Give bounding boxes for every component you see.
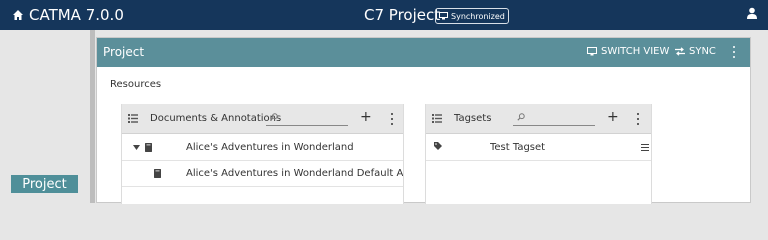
more-vert-icon[interactable] [636, 113, 640, 125]
monitor-icon [587, 47, 597, 56]
annotation-collection-icon [154, 169, 161, 178]
hamburger-icon[interactable] [641, 144, 649, 151]
caret-down-icon[interactable] [133, 145, 140, 150]
document-icon [145, 143, 152, 152]
tagset-title: Test Tagset [490, 142, 546, 153]
more-vert-icon[interactable] [732, 46, 736, 58]
sync-button[interactable]: SYNC [675, 46, 716, 57]
app-name[interactable]: CATMA 7.0.0 [29, 6, 124, 24]
list-icon [432, 114, 442, 123]
nav-divider [90, 30, 95, 203]
tagsets-search-input[interactable] [513, 111, 595, 126]
search-icon [270, 113, 278, 121]
search-icon [517, 113, 525, 121]
tagsets-panel-title: Tagsets [454, 113, 492, 124]
swap-icon [675, 47, 685, 56]
documents-panel-title: Documents & Annotations [150, 113, 282, 124]
user-icon[interactable] [746, 7, 758, 19]
tagsets-panel-header: Tagsets + [426, 104, 651, 134]
switch-view-button[interactable]: SWITCH VIEW [587, 46, 669, 57]
more-vert-icon[interactable] [390, 113, 394, 125]
documents-panel-header: Documents & Annotations + [122, 104, 403, 134]
resources-heading: Resources [110, 79, 162, 90]
project-card-header: Project SWITCH VIEW SYNC [97, 38, 750, 67]
sync-status-badge: Synchronized [435, 8, 509, 24]
home-icon[interactable] [12, 9, 24, 21]
sync-status-label: Synchronized [451, 11, 505, 21]
nav-item-project[interactable]: Project [11, 175, 78, 193]
top-bar: CATMA 7.0.0 C7 Project Synchronized [0, 0, 768, 30]
documents-search-input[interactable] [266, 111, 348, 126]
project-card: Project SWITCH VIEW SYNC Resources Docum… [96, 37, 751, 204]
project-card-title: Project [103, 45, 145, 59]
plus-icon[interactable]: + [607, 110, 619, 124]
monitor-icon [439, 12, 448, 20]
list-item[interactable]: Alice's Adventures in Wonderland [122, 135, 403, 161]
tagsets-panel: Tagsets + Test Tagset [425, 104, 652, 204]
project-title: C7 Project [364, 6, 441, 24]
documents-panel: Documents & Annotations + Alice's Advent… [121, 104, 404, 204]
list-icon [128, 114, 138, 123]
list-item[interactable]: Alice's Adventures in Wonderland Default… [122, 161, 403, 187]
tags-icon [434, 142, 442, 150]
list-item[interactable]: Test Tagset [426, 135, 651, 161]
annotation-collection-title: Alice's Adventures in Wonderland Default… [186, 168, 403, 179]
plus-icon[interactable]: + [360, 110, 372, 124]
document-title: Alice's Adventures in Wonderland [186, 142, 354, 153]
switch-view-label: SWITCH VIEW [601, 46, 670, 57]
sync-label: SYNC [689, 46, 716, 57]
